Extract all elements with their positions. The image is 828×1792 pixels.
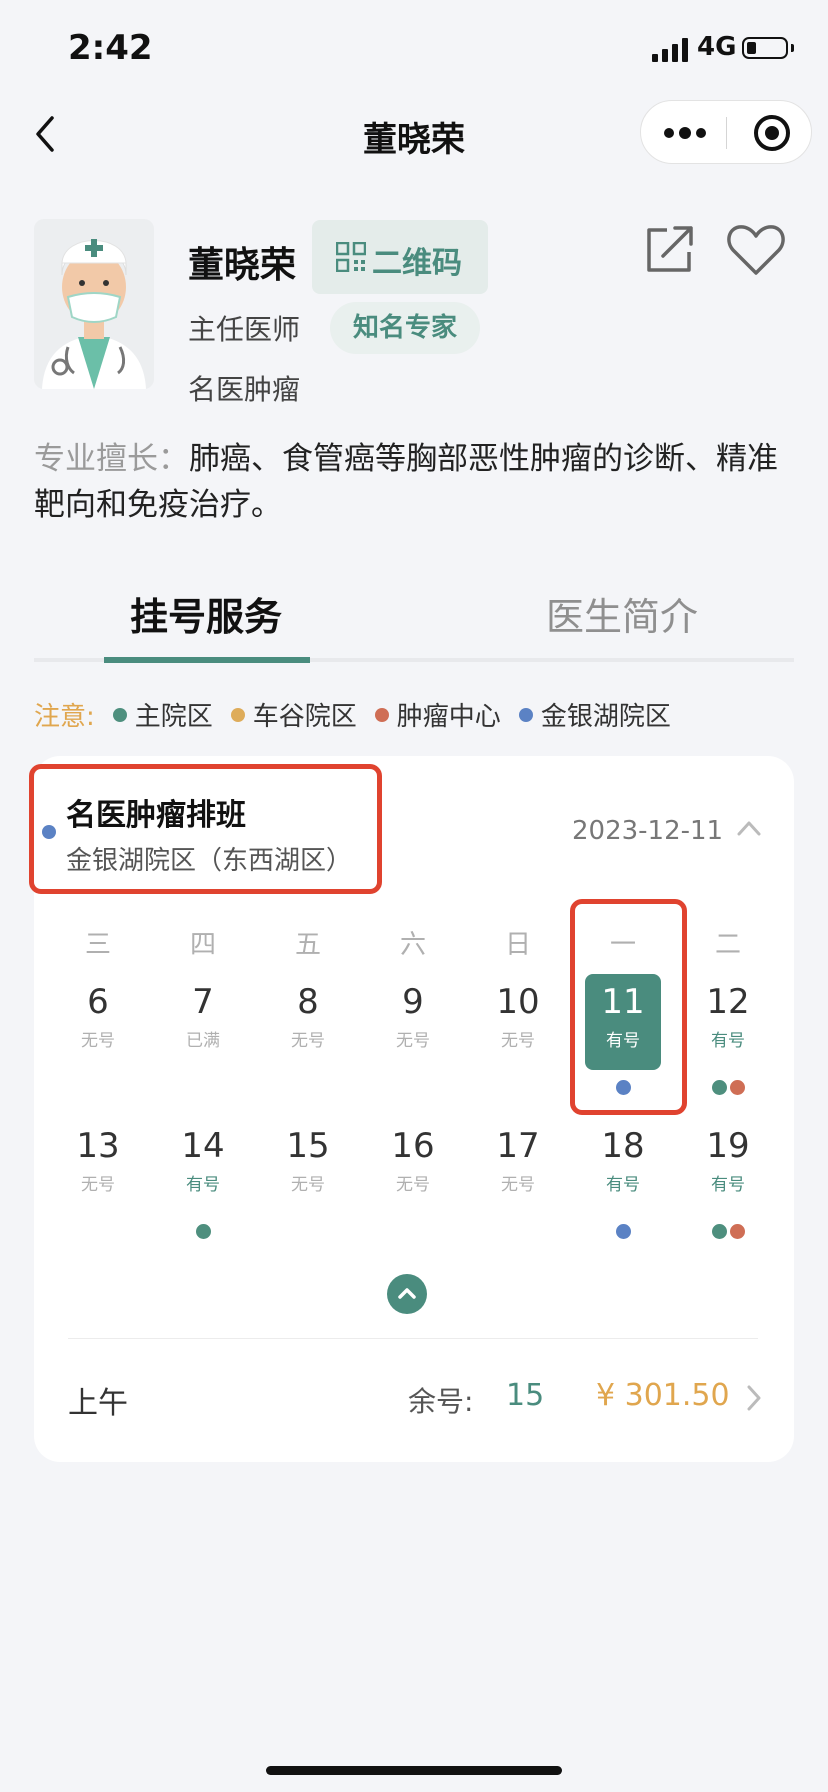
calendar-day[interactable]: 13 无号 [60,1118,136,1214]
day-status: 无号 [501,1031,535,1051]
day-number: 6 [87,982,109,1022]
campus-availability-dot [729,1224,745,1239]
calendar-day[interactable]: 17 无号 [480,1118,556,1214]
tab-doctor-intro[interactable]: 医生简介 [546,586,698,641]
campus-availability-dot [711,1224,727,1239]
day-number: 18 [601,1126,645,1166]
day-number: 12 [706,982,750,1022]
expand-calendar-button[interactable] [387,1274,427,1314]
calendar-day[interactable]: 9 无号 [375,974,451,1070]
qrcode-label: 二维码 [372,246,462,281]
day-status: 有号 [186,1175,220,1195]
day-number: 13 [76,1126,120,1166]
legend-label-main: 主院区 [134,702,213,732]
highlight-box-schedule-title [29,764,382,894]
highlight-box-selected-day [570,899,687,1115]
miniprogram-capsule [640,100,812,164]
legend-dot-chegu [230,707,245,722]
day-status: 无号 [396,1031,430,1051]
day-number: 9 [402,982,424,1022]
day-status: 有号 [606,1175,640,1195]
calendar-day[interactable]: 10 无号 [480,974,556,1070]
legend-dot-jinyinhu [518,707,533,722]
calendar-day[interactable]: 14 有号 [165,1118,241,1214]
legend-label-tumor: 肿瘤中心 [396,702,501,732]
signal-icon [652,38,690,62]
calendar-day[interactable]: 18 有号 [585,1118,661,1214]
day-status: 有号 [711,1175,745,1195]
tab-registration[interactable]: 挂号服务 [130,586,282,641]
schedule-date: 2023-12-11 [572,816,724,846]
qrcode-button[interactable]: 二维码 [312,220,488,294]
specialty-label: 专业擅长： [34,441,189,477]
close-miniprogram-icon[interactable] [754,115,790,151]
doctor-title: 主任医师 [188,313,301,346]
more-icon[interactable] [664,120,708,146]
day-number: 7 [192,982,214,1022]
slot-price: ¥ 301.50 [596,1378,730,1413]
legend-label-jinyinhu: 金银湖院区 [540,702,671,732]
battery-icon [742,37,788,59]
doctor-specialty: 专业擅长：肺癌、食管癌等胸部恶性肿瘤的诊断、精准靶向和免疫治疗。 [34,436,798,528]
calendar-day[interactable]: 12 有号 [690,974,766,1070]
network-type: 4G [697,32,737,62]
day-status: 无号 [291,1175,325,1195]
day-status: 无号 [81,1031,115,1051]
capsule-divider [726,117,727,149]
share-icon[interactable] [643,222,697,276]
slot-period[interactable]: 上午 [68,1378,128,1422]
calendar-day[interactable]: 7 已满 [165,974,241,1070]
day-status: 无号 [81,1175,115,1195]
day-number: 10 [496,982,540,1022]
weekday-label: 二 [714,930,741,960]
weekday-label: 五 [294,930,321,960]
remaining-label: 余号: [408,1385,474,1418]
day-status: 无号 [501,1175,535,1195]
calendar-day[interactable]: 15 无号 [270,1118,346,1214]
remaining-count: 15 [506,1378,545,1413]
campus-availability-dot [729,1080,745,1095]
day-status: 无号 [291,1031,325,1051]
campus-availability-dot [711,1080,727,1095]
doctor-department: 名医肿瘤 [188,373,301,406]
day-status: 已满 [186,1031,220,1051]
day-number: 16 [391,1126,435,1166]
chevron-up-icon [398,1288,416,1299]
legend-label-chegu: 车谷院区 [252,702,357,732]
day-number: 19 [706,1126,750,1166]
status-time: 2:42 [68,28,153,68]
day-number: 17 [496,1126,540,1166]
day-number: 14 [181,1126,225,1166]
battery-cap [791,44,794,52]
expert-badge: 知名专家 [330,302,480,354]
weekday-label: 六 [399,930,426,960]
qrcode-icon [336,242,366,272]
day-status: 无号 [396,1175,430,1195]
legend-dot-main [112,707,127,722]
card-divider [68,1338,758,1339]
day-number: 15 [286,1126,330,1166]
doctor-avatar [34,219,154,389]
weekday-label: 三 [84,930,111,960]
doctor-name: 董晓荣 [188,245,297,286]
legend-note: 注意: [34,702,95,732]
calendar-day[interactable]: 16 无号 [375,1118,451,1214]
campus-legend: 注意: 主院区 车谷院区 肿瘤中心 金银湖院区 [34,696,671,733]
weekday-label: 日 [504,930,531,960]
chevron-right-icon[interactable] [746,1384,762,1412]
campus-availability-dot [615,1224,631,1239]
day-status: 有号 [711,1031,745,1051]
weekday-label: 四 [189,930,216,960]
calendar-day[interactable]: 6 无号 [60,974,136,1070]
calendar-day[interactable]: 8 无号 [270,974,346,1070]
day-number: 8 [297,982,319,1022]
home-indicator [266,1766,562,1775]
calendar-day[interactable]: 19 有号 [690,1118,766,1214]
favorite-heart-icon[interactable] [726,223,786,277]
chevron-up-icon[interactable] [736,818,762,838]
tab-active-indicator [104,657,310,663]
campus-availability-dot [195,1224,211,1239]
legend-dot-tumor [374,707,389,722]
